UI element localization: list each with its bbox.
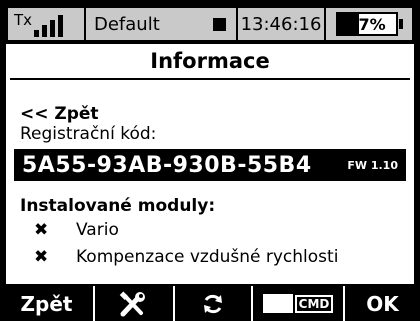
transmitter-screen: Tx Default 13:46:16 37% Informace << Zpě… xyxy=(0,0,420,321)
cmd-label: CMD xyxy=(294,294,334,313)
page-title: Informace xyxy=(10,44,410,80)
softkey-bar: Zpět CMD OK xyxy=(0,286,420,321)
tools-button[interactable] xyxy=(95,286,175,321)
registration-code: 5A55-93AB-930B-55B4 xyxy=(22,152,312,178)
tx-label: Tx xyxy=(14,11,33,29)
list-item: ✖ Kompenzace vzdušné rychlosti xyxy=(34,247,338,267)
battery-icon: 37% xyxy=(335,12,398,36)
clock: 13:46:16 xyxy=(238,8,326,40)
module-name: Vario xyxy=(76,220,119,240)
cmd-icon: CMD xyxy=(262,294,334,313)
tx-signal: Tx xyxy=(8,8,86,40)
registration-code-bar[interactable]: 5A55-93AB-930B-55B4 FW 1.10 xyxy=(14,149,406,181)
info-panel: Informace << Zpět Registrační kód: 5A55-… xyxy=(6,44,414,284)
battery-nub xyxy=(398,19,403,29)
cross-icon: ✖ xyxy=(34,247,49,267)
firmware-version: FW 1.10 xyxy=(347,158,398,172)
status-bar: Tx Default 13:46:16 37% xyxy=(6,6,414,42)
registration-label: Registrační kód: xyxy=(20,124,157,144)
cross-icon: ✖ xyxy=(34,220,49,240)
module-name: Kompenzace vzdušné rychlosti xyxy=(76,247,339,267)
signal-bars-icon xyxy=(34,15,63,37)
battery: 37% xyxy=(326,8,412,40)
ok-button[interactable]: OK xyxy=(345,286,420,321)
model-name: Default xyxy=(94,13,160,35)
back-button[interactable]: Zpět xyxy=(0,286,95,321)
cmd-button[interactable]: CMD xyxy=(253,286,345,321)
refresh-button[interactable] xyxy=(175,286,253,321)
battery-percent: 37% xyxy=(347,14,386,34)
back-link[interactable]: << Zpět xyxy=(20,104,99,124)
monitor-icon xyxy=(262,294,293,313)
modules-label: Instalované moduly: xyxy=(20,196,216,216)
refresh-icon xyxy=(204,294,222,313)
wrench-screwdriver-icon xyxy=(119,290,145,316)
model-cell[interactable]: Default xyxy=(86,8,238,40)
list-item: ✖ Vario xyxy=(34,220,119,240)
model-square-icon xyxy=(213,17,226,31)
